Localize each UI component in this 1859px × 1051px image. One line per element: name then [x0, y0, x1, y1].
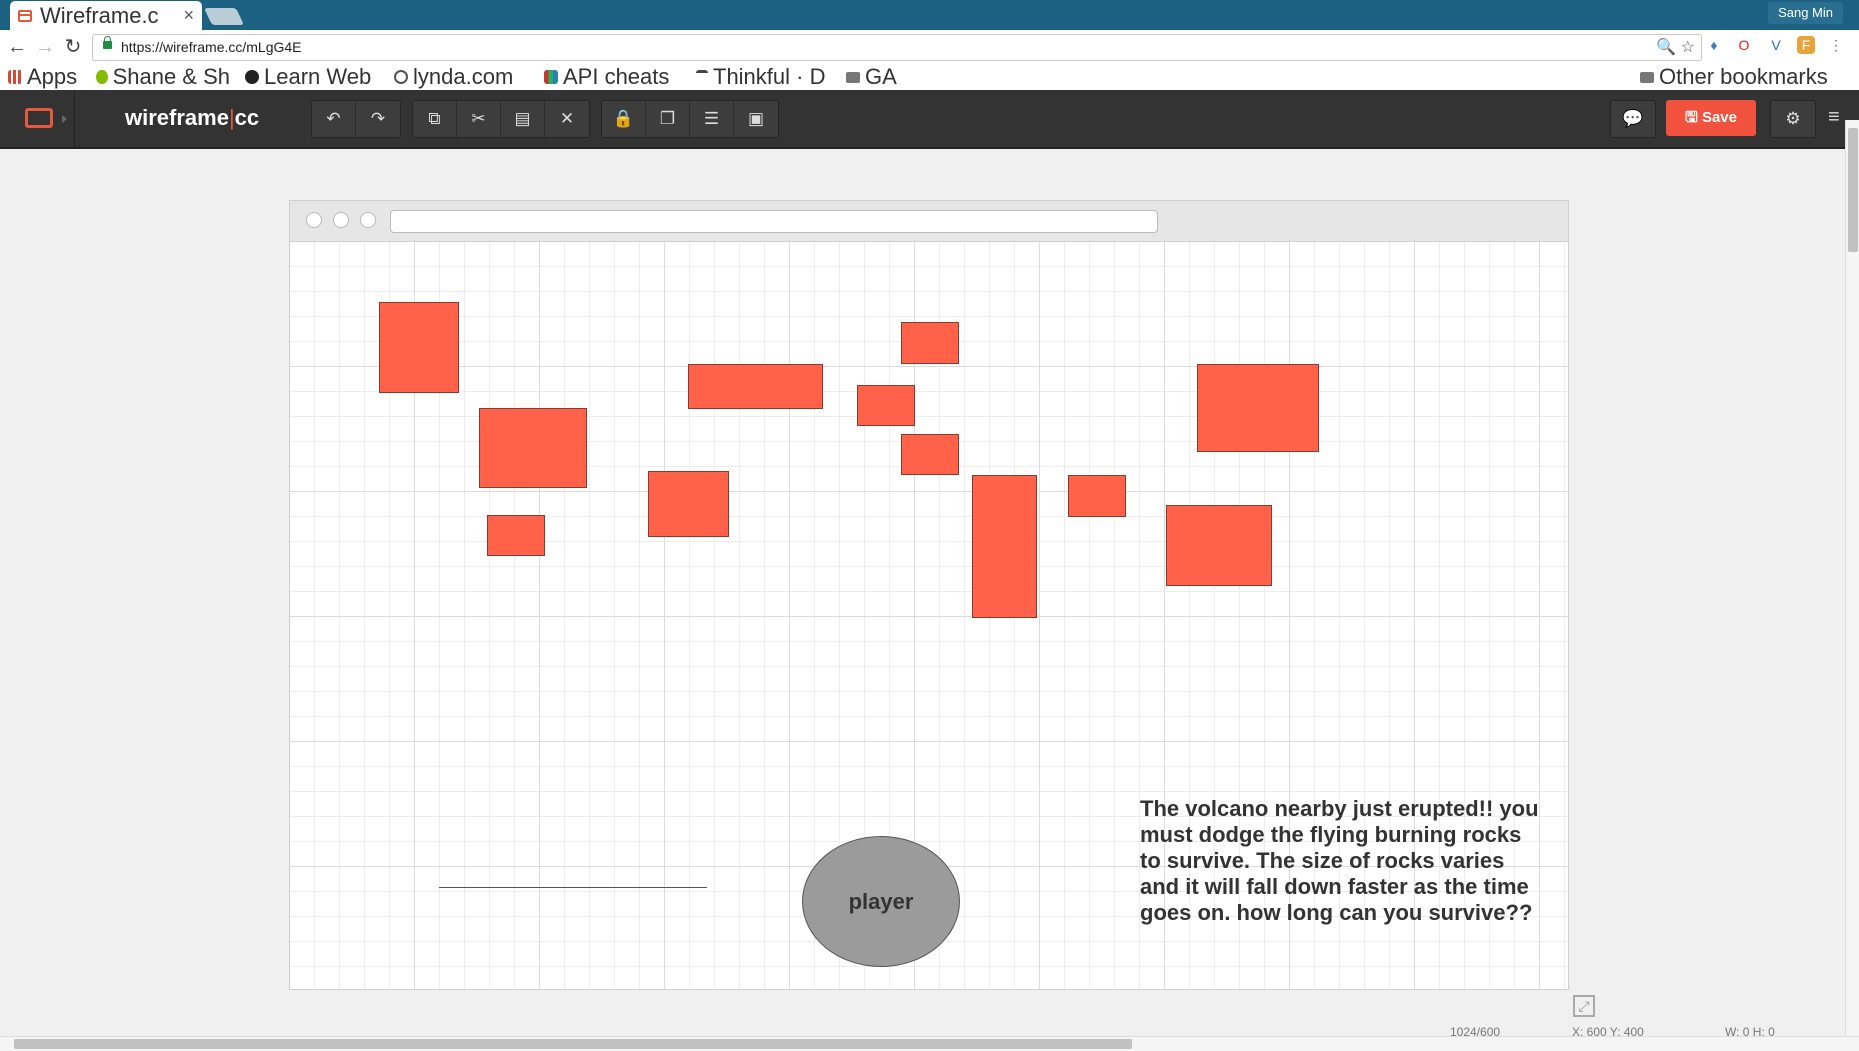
cut-icon[interactable]: ✂	[457, 101, 501, 137]
reload-icon[interactable]: ↻	[60, 34, 86, 60]
hamburger-menu-icon[interactable]: ≡	[1828, 107, 1846, 127]
align-icon[interactable]: ☰	[690, 101, 734, 137]
player-ellipse[interactable]: player	[802, 836, 960, 967]
back-icon[interactable]: ←	[4, 34, 30, 60]
forward-icon[interactable]: →	[32, 34, 58, 60]
bookmarks-bar: Apps Shane & Sh Learn Web lynda.com API …	[0, 64, 1859, 91]
apps-grid-icon	[8, 70, 22, 84]
rock-shape[interactable]	[1068, 475, 1126, 517]
expand-icon[interactable]: ⤢	[1573, 995, 1595, 1017]
settings-gear-icon[interactable]: ⚙	[1770, 100, 1816, 138]
extension-drop-icon[interactable]: ♦	[1705, 36, 1723, 54]
vertical-scroll-thumb[interactable]	[1848, 128, 1858, 252]
ground-line[interactable]	[439, 887, 707, 888]
bookmark-thinkful[interactable]: Thinkful · D	[696, 64, 832, 90]
profile-button[interactable]: Sang Min	[1768, 2, 1843, 24]
rock-shape[interactable]	[479, 408, 587, 488]
folder-icon	[1640, 71, 1654, 83]
player-label: player	[848, 888, 914, 914]
bookmark-lynda[interactable]: lynda.com	[394, 64, 524, 90]
edit-tools: ⧉ ✂ ▤ ✕	[412, 100, 590, 138]
bookmark-star-icon[interactable]: ☆	[1681, 39, 1695, 56]
story-text[interactable]: The volcano nearby just erupted!! you mu…	[1140, 796, 1540, 926]
bookmark-learn-web[interactable]: Learn Web	[245, 64, 378, 90]
thinkful-icon	[696, 70, 708, 84]
rock-shape[interactable]	[901, 434, 959, 475]
tab-close-icon[interactable]: ×	[183, 5, 194, 26]
extension-icon[interactable]: F	[1797, 36, 1815, 54]
frame-dot-close	[306, 212, 322, 228]
paste-icon[interactable]: ▤	[501, 101, 545, 137]
folder-icon	[846, 71, 860, 83]
caret-right-icon	[62, 115, 67, 123]
rock-shape[interactable]	[972, 475, 1037, 618]
design-canvas[interactable]: player The volcano nearby just erupted!!…	[290, 242, 1568, 989]
omnibox-actions: 🔍 ☆	[1656, 37, 1695, 57]
spotify-icon	[96, 70, 108, 84]
delete-icon[interactable]: ✕	[545, 101, 589, 137]
rock-shape[interactable]	[857, 385, 915, 426]
lynda-icon	[394, 70, 408, 84]
chrome-menu-icon[interactable]: ⋮	[1827, 36, 1845, 54]
frame-dot-minimize	[333, 212, 349, 228]
browser-tab[interactable]: Wireframe.c ×	[10, 1, 202, 30]
undo-icon[interactable]: ↶	[312, 101, 356, 137]
bookmark-shane[interactable]: Shane & Sh	[96, 64, 230, 90]
page-menu-button[interactable]	[0, 90, 75, 147]
rock-shape[interactable]	[648, 471, 729, 537]
frame-url-bar[interactable]	[390, 210, 1158, 233]
history-tools: ↶ ↷	[311, 100, 401, 138]
comment-icon[interactable]: 💬	[1610, 100, 1656, 138]
wireframe-favicon-icon	[18, 9, 32, 22]
save-disk-icon: 🖫	[1685, 109, 1702, 126]
horizontal-scrollbar[interactable]	[0, 1036, 1859, 1051]
rock-shape[interactable]	[1197, 364, 1319, 452]
zoom-icon[interactable]: 🔍	[1656, 39, 1676, 56]
opera-icon[interactable]: O	[1735, 36, 1753, 54]
tab-title: Wireframe.c	[40, 2, 159, 28]
horizontal-scroll-thumb[interactable]	[14, 1039, 1132, 1049]
copy-icon[interactable]: ⧉	[413, 101, 457, 137]
browser-frame-icon	[25, 108, 53, 128]
frame-dot-maximize	[360, 212, 376, 228]
bookmark-api-cheats[interactable]: API cheats	[544, 64, 680, 90]
wireframe-browser-frame[interactable]: player The volcano nearby just erupted!!…	[289, 200, 1569, 990]
frame-title-bar	[290, 201, 1568, 242]
new-tab-button[interactable]	[204, 8, 244, 25]
browser-tab-strip: Wireframe.c × Sang Min	[0, 0, 1859, 30]
browser-toolbar: ← → ↻ https://wireframe.cc/mLgG4E 🔍 ☆ ♦ …	[0, 30, 1859, 64]
bookmark-ga-folder[interactable]: GA	[846, 64, 906, 90]
url-text: https://wireframe.cc/mLgG4E	[121, 39, 302, 55]
arrange-icon[interactable]: ❐	[646, 101, 690, 137]
secure-lock-icon	[103, 36, 112, 49]
github-icon	[245, 70, 259, 84]
rock-shape[interactable]	[379, 302, 459, 393]
redo-icon[interactable]: ↷	[356, 101, 400, 137]
vertical-scrollbar[interactable]	[1845, 120, 1859, 1036]
rock-shape[interactable]	[901, 322, 959, 364]
book-icon	[544, 70, 558, 84]
app-header: wireframe|cc ↶ ↷ ⧉ ✂ ▤ ✕ 🔒 ❐ ☰ ▣ 💬 🖫 Sav…	[0, 90, 1859, 149]
rock-shape[interactable]	[688, 364, 823, 409]
bookmark-other[interactable]: Other bookmarks	[1640, 64, 1855, 90]
rock-shape[interactable]	[1166, 505, 1272, 586]
group-icon[interactable]: ▣	[734, 101, 778, 137]
bookmark-apps[interactable]: Apps	[8, 64, 88, 90]
save-button[interactable]: 🖫 Save	[1666, 100, 1756, 136]
rock-shape[interactable]	[487, 515, 545, 556]
app-logo: wireframe|cc	[125, 105, 260, 130]
lock-icon[interactable]: 🔒	[602, 101, 646, 137]
address-bar[interactable]: https://wireframe.cc/mLgG4E 🔍 ☆	[92, 34, 1702, 61]
arrange-tools: 🔒 ❐ ☰ ▣	[601, 100, 779, 138]
v-extension-icon[interactable]: V	[1767, 36, 1785, 54]
